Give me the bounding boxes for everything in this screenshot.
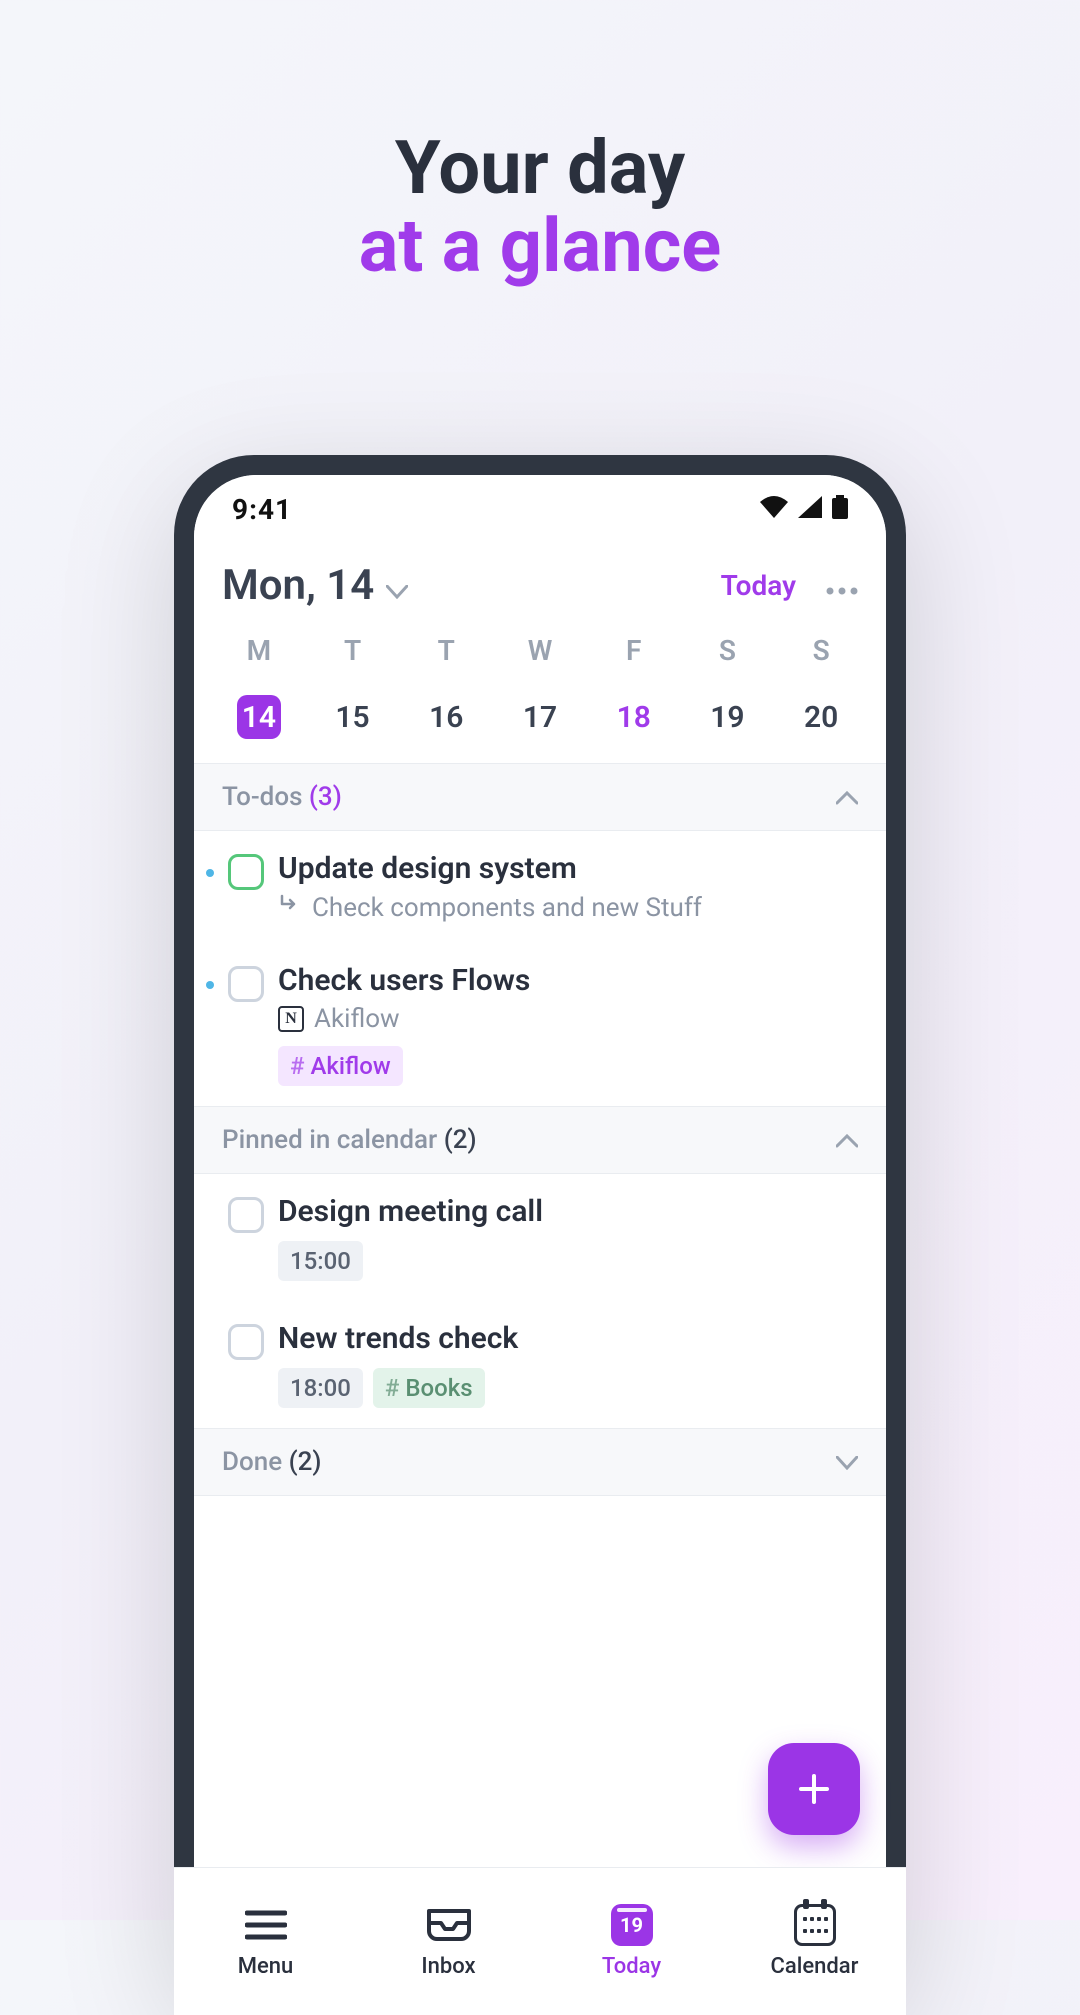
tag-chip[interactable]: # Books [373, 1368, 485, 1408]
menu-icon [242, 1904, 290, 1946]
todo-item[interactable]: Update design system Check components an… [194, 831, 886, 943]
weekday-label: T [399, 634, 493, 667]
spacer [206, 1212, 214, 1220]
more-icon[interactable] [826, 569, 858, 602]
weekday-row: M T T W F S S [212, 634, 868, 667]
day-cell[interactable]: 15 [306, 700, 400, 735]
hash-icon: # [385, 1374, 399, 1402]
weekday-label: S [774, 634, 868, 667]
hero-line-2: at a glance [359, 203, 721, 290]
phone-screen: 9:41 Mon, 14 Today [194, 475, 886, 1995]
spacer [206, 1339, 214, 1347]
day-cell[interactable]: 17 [493, 700, 587, 735]
todos-list: Update design system Check components an… [194, 831, 886, 1106]
battery-icon [832, 495, 848, 523]
date-selector[interactable]: Mon, 14 [222, 561, 408, 610]
chevron-up-icon [836, 782, 858, 812]
status-dot-icon [206, 869, 214, 877]
section-header-todos[interactable]: To-dos (3) [194, 763, 886, 831]
hero: Your day at a glance [0, 0, 1080, 285]
status-icons [760, 495, 848, 523]
chevron-down-icon [386, 561, 408, 610]
section-title: To-dos [222, 782, 302, 812]
pinned-list: Design meeting call 15:00 New trends che… [194, 1174, 886, 1428]
section-count: (2) [444, 1125, 477, 1155]
day-cell[interactable]: 19 [681, 700, 775, 735]
checkbox[interactable] [228, 854, 264, 890]
weekday-label: M [212, 634, 306, 667]
todo-subtext: Check components and new Stuff [278, 892, 858, 923]
pinned-item[interactable]: New trends check 18:00 # Books [194, 1301, 886, 1428]
daynum-row: 14 15 16 17 18 19 20 [212, 695, 868, 739]
weekday-label: F [587, 634, 681, 667]
todo-title: Update design system [278, 851, 858, 886]
weekday-label: S [681, 634, 775, 667]
status-time: 9:41 [232, 493, 292, 526]
date-label: Mon, 14 [222, 561, 374, 610]
page-header: Mon, 14 Today [194, 543, 886, 634]
section-title: Pinned in calendar [222, 1125, 437, 1155]
checkbox[interactable] [228, 1197, 264, 1233]
nav-calendar[interactable]: Calendar [723, 1868, 886, 1995]
weekday-label: T [306, 634, 400, 667]
week-strip: M T T W F S S 14 15 16 17 18 19 20 [194, 634, 886, 763]
todo-subtext: N Akiflow [278, 1004, 858, 1034]
add-button[interactable] [768, 1743, 860, 1835]
phone-frame: 9:41 Mon, 14 Today [174, 455, 906, 2015]
day-cell[interactable]: 20 [774, 700, 868, 735]
chevron-up-icon [836, 1125, 858, 1155]
pinned-title: Design meeting call [278, 1194, 858, 1229]
nav-inbox[interactable]: Inbox [357, 1868, 540, 1995]
plus-icon [795, 1770, 833, 1808]
bottom-nav: Menu Inbox 19 Today Calendar [194, 1867, 886, 1995]
checkbox[interactable] [228, 1324, 264, 1360]
weekday-label: W [493, 634, 587, 667]
enter-arrow-icon [278, 892, 302, 923]
signal-icon [798, 496, 822, 522]
day-cell[interactable]: 14 [212, 695, 306, 739]
today-icon: 19 [611, 1904, 653, 1946]
section-count: (2) [289, 1447, 322, 1477]
time-chip: 15:00 [278, 1241, 363, 1281]
section-count: (3) [309, 782, 342, 812]
todo-title: Check users Flows [278, 963, 858, 998]
inbox-icon [425, 1904, 473, 1946]
chevron-down-icon [836, 1447, 858, 1477]
section-title: Done [222, 1447, 282, 1477]
status-bar: 9:41 [194, 475, 886, 543]
pinned-item[interactable]: Design meeting call 15:00 [194, 1174, 886, 1301]
hash-icon: # [290, 1052, 304, 1080]
time-chip: 18:00 [278, 1368, 363, 1408]
section-header-done[interactable]: Done (2) [194, 1428, 886, 1496]
section-header-pinned[interactable]: Pinned in calendar (2) [194, 1106, 886, 1174]
day-cell[interactable]: 18 [587, 700, 681, 735]
pinned-title: New trends check [278, 1321, 858, 1356]
day-cell[interactable]: 16 [399, 700, 493, 735]
status-dot-icon [206, 981, 214, 989]
hero-title: Your day at a glance [0, 130, 1080, 285]
nav-menu[interactable]: Menu [194, 1868, 357, 1995]
calendar-icon [794, 1904, 836, 1946]
notion-icon: N [278, 1006, 304, 1032]
today-button[interactable]: Today [721, 569, 796, 602]
checkbox[interactable] [228, 966, 264, 1002]
wifi-icon [760, 496, 788, 522]
todo-item[interactable]: Check users Flows N Akiflow # Akiflow [194, 943, 886, 1106]
nav-today[interactable]: 19 Today [540, 1868, 723, 1995]
tag-chip[interactable]: # Akiflow [278, 1046, 403, 1086]
hero-line-1: Your day [395, 125, 685, 212]
